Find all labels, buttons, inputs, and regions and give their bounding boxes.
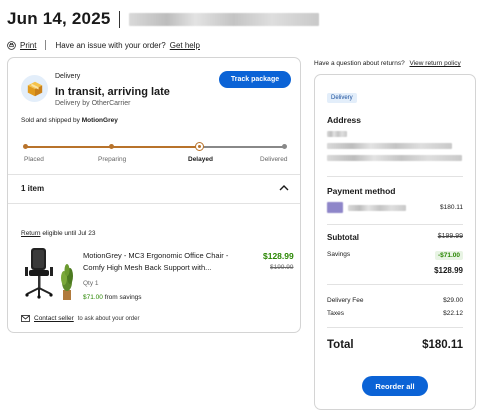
card-number-redacted [348, 204, 406, 211]
payment-card [327, 202, 406, 213]
order-date: Jun 14, 2025 [7, 9, 111, 28]
progress-line-remaining [199, 146, 286, 148]
subtotal-row: Subtotal $199.99 [327, 233, 463, 242]
order-header: Jun 14, 2025 [7, 6, 477, 32]
order-links: Print Have an issue with your order? Get… [7, 39, 200, 51]
total-value: $180.11 [422, 339, 463, 351]
header-divider [118, 10, 121, 28]
divider [8, 174, 300, 175]
divider [8, 203, 300, 204]
product-original-price: $199.99 [270, 264, 294, 271]
shipment-status: In transit, arriving late [55, 86, 170, 98]
delivery-fee-value: $29.00 [443, 297, 463, 304]
total-label: Total [327, 339, 354, 351]
taxes-value: $22.12 [443, 310, 463, 317]
address-heading: Address [327, 115, 362, 125]
shipment-icon-circle [21, 75, 48, 102]
savings-label: Savings [327, 251, 351, 258]
delivery-fee-label: Delivery Fee [327, 297, 364, 304]
savings-text: from savings [104, 294, 142, 301]
payment-row: $180.11 [327, 202, 463, 213]
chevron-up-icon[interactable] [278, 183, 290, 193]
payment-amount: $180.11 [439, 204, 463, 211]
product-qty: Qty 1 [83, 280, 99, 287]
taxes-label: Taxes [327, 310, 344, 317]
print-link[interactable]: Print [20, 41, 36, 50]
carrier-text: Delivery by OtherCarrier [55, 100, 131, 107]
delivery-tag: Delivery [327, 93, 357, 103]
printer-icon[interactable] [7, 40, 16, 50]
return-eligibility: Return eligible until Jul 23 [21, 230, 95, 237]
return-link[interactable]: Return [21, 230, 41, 237]
product-price: $128.99 [263, 251, 294, 261]
divider [327, 176, 463, 177]
seller-prefix: Sold and shipped by [21, 117, 80, 124]
box-icon [27, 81, 42, 96]
view-return-policy-link[interactable]: View return policy [410, 60, 461, 67]
payment-heading: Payment method [327, 186, 396, 196]
step-label-placed: Placed [24, 156, 44, 163]
contact-seller-text: to ask about your order [77, 315, 140, 322]
order-number-redacted [129, 12, 320, 26]
savings-value: -$71.00 [434, 251, 463, 260]
track-package-button[interactable]: Track package [219, 71, 291, 88]
address-redacted [327, 143, 452, 149]
order-summary-panel: Delivery Address Payment method $180.11 … [314, 74, 476, 410]
address-redacted [327, 131, 347, 137]
address-redacted [327, 155, 462, 161]
seller-line: Sold and shipped by MotionGrey [21, 117, 118, 124]
delivery-fee-row: Delivery Fee $29.00 [327, 297, 463, 304]
step-dot-delayed [195, 142, 204, 151]
card-icon [327, 202, 343, 213]
issue-text: Have an issue with your order? [55, 40, 166, 50]
reorder-all-button[interactable]: Reorder all [362, 376, 428, 396]
shipment-card: Delivery In transit, arriving late Deliv… [7, 57, 301, 333]
net-subtotal-value: $128.99 [434, 266, 463, 275]
returns-question: Have a question about returns? View retu… [314, 60, 461, 67]
returns-question-text: Have a question about returns? [314, 60, 405, 67]
divider [327, 284, 463, 285]
step-label-preparing: Preparing [98, 156, 127, 163]
step-dot-delivered [282, 144, 287, 149]
mail-icon [21, 315, 30, 322]
product-image[interactable] [20, 246, 76, 304]
step-label-delayed: Delayed [188, 156, 213, 163]
subtotal-label: Subtotal [327, 233, 359, 242]
step-label-delivered: Delivered [260, 156, 288, 163]
product-name-link[interactable]: MotionGrey - MC3 Ergonomic Office Chair … [83, 250, 245, 274]
step-dot-preparing [109, 144, 114, 149]
product-savings: $71.00 from savings [83, 294, 142, 301]
subtotal-value: $199.99 [437, 233, 463, 240]
savings-row: Savings -$71.00 [327, 251, 463, 260]
taxes-row: Taxes $22.12 [327, 310, 463, 317]
total-row: Total $180.11 [327, 339, 463, 351]
shipment-progress: Placed Preparing Delayed Delivered [23, 141, 288, 171]
net-subtotal-row: $128.99 [327, 266, 463, 275]
seller-name: MotionGrey [81, 117, 118, 124]
savings-amount: $71.00 [83, 294, 103, 301]
links-divider [45, 40, 47, 50]
return-text: eligible until Jul 23 [42, 230, 96, 237]
divider [327, 327, 463, 328]
contact-seller-row: Contact seller to ask about your order [21, 315, 139, 322]
step-dot-placed [23, 144, 28, 149]
contact-seller-link[interactable]: Contact seller [34, 315, 74, 322]
items-count: 1 item [21, 184, 45, 193]
delivery-label: Delivery [55, 73, 81, 80]
divider [327, 224, 463, 225]
get-help-link[interactable]: Get help [170, 41, 200, 50]
